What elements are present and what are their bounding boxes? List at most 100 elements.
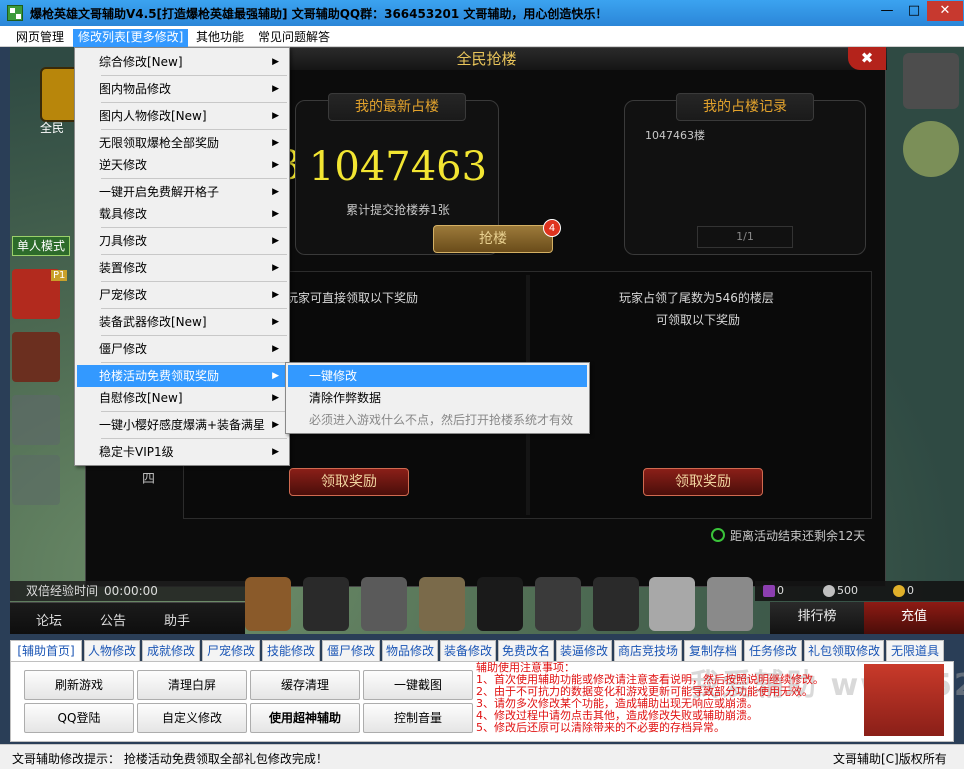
tail-floor-text: 玩家占领了尾数为546的楼层: [619, 291, 774, 305]
dropdown-item[interactable]: 一键小樱好感度爆满+装备满星 ▶: [77, 414, 287, 436]
dropdown-separator: [101, 362, 287, 363]
dropdown-item[interactable]: 逆天修改 ▶: [77, 154, 287, 176]
tab-zombie[interactable]: 僵尸修改: [322, 640, 380, 662]
dropdown-item-active[interactable]: 抢楼活动免费领取奖励 ▶: [77, 365, 287, 387]
custom-modify-button[interactable]: 自定义修改: [137, 703, 247, 733]
tab-show-off[interactable]: 装逼修改: [556, 640, 612, 662]
dropdown-item-label: 刀具修改: [99, 234, 148, 248]
submenu-arrow-icon: ▶: [272, 290, 279, 300]
volume-control-button[interactable]: 控制音量: [363, 703, 473, 733]
submenu-arrow-icon: ▶: [272, 344, 279, 354]
tab-home[interactable]: [辅助首页]: [10, 640, 82, 663]
tab-item[interactable]: 物品修改: [382, 640, 438, 662]
clear-cache-button[interactable]: 缓存清理: [250, 670, 360, 700]
tab-equipment[interactable]: 装备修改: [440, 640, 496, 662]
dropdown-separator: [101, 129, 287, 130]
super-assist-button[interactable]: 使用超神辅助: [250, 703, 360, 733]
right-side-icons: [895, 47, 964, 187]
submenu-arrow-icon: ▶: [272, 447, 279, 457]
grab-floor-button[interactable]: 抢楼: [433, 225, 553, 253]
menu-faq[interactable]: 常见问题解答: [253, 29, 335, 47]
ticket-count-text: 累计提交抢楼券1张: [346, 203, 450, 217]
dropdown-item[interactable]: 僵尸修改 ▶: [77, 338, 287, 360]
maximize-button[interactable]: □: [901, 1, 927, 21]
settings-gear-icon[interactable]: [707, 577, 753, 631]
dropdown-item[interactable]: 装置修改 ▶: [77, 257, 287, 279]
tab-task[interactable]: 任务修改: [744, 640, 802, 662]
scroll-icon[interactable]: [361, 577, 407, 631]
bullets-icon[interactable]: [535, 577, 581, 631]
direct-reward-text: 玩家可直接领取以下奖励: [286, 291, 419, 305]
nav-forum[interactable]: 论坛: [36, 610, 62, 629]
dropdown-item[interactable]: 图内人物修改[New] ▶: [77, 105, 287, 127]
tab-achievement[interactable]: 成就修改: [142, 640, 200, 662]
tab-gift[interactable]: 礼包领取修改: [804, 640, 884, 662]
dropdown-item[interactable]: 稳定卡VIP1级 ▶: [77, 441, 287, 463]
clear-white-screen-button[interactable]: 清理白屏: [137, 670, 247, 700]
dropdown-item[interactable]: 装备武器修改[New] ▶: [77, 311, 287, 333]
dialog-close-button[interactable]: ✖: [848, 47, 886, 70]
nav-notice[interactable]: 公告: [100, 610, 126, 629]
dropdown-item-label: 载具修改: [99, 207, 148, 221]
tab-copy-save[interactable]: 复制存档: [684, 640, 742, 662]
claim-reward-button-right[interactable]: 领取奖励: [643, 468, 763, 496]
hero-avatar-3[interactable]: [12, 395, 60, 445]
submenu-hint: 必须进入游戏什么不点，然后打开抢楼系统才有效: [309, 413, 574, 427]
dropdown-item[interactable]: 图内物品修改 ▶: [77, 78, 287, 100]
submenu-clear-cheat-data[interactable]: 清除作弊数据: [288, 387, 587, 409]
single-mode-label[interactable]: 单人模式: [12, 236, 70, 256]
skill-icon[interactable]: [303, 577, 349, 631]
crossed-guns-icon[interactable]: [903, 53, 959, 109]
status-bar: 文哥辅助修改提示： 抢楼活动免费领取全部礼包修改完成！ 文哥辅助[C]版权所有: [0, 744, 964, 769]
zombie-icon[interactable]: [903, 121, 959, 177]
vip-value: 0: [777, 584, 784, 597]
recharge-button[interactable]: 充值: [864, 602, 964, 634]
submenu-arrow-icon: ▶: [272, 317, 279, 327]
double-exp-label: 双倍经验时间: [26, 584, 99, 598]
modify-list-dropdown: 综合修改[New] ▶ 图内物品修改 ▶ 图内人物修改[New] ▶ 无限领取爆枪全部…: [74, 47, 290, 466]
menu-other-functions[interactable]: 其他功能: [191, 29, 249, 47]
ranking-button[interactable]: 排行榜: [770, 602, 864, 634]
qq-login-button[interactable]: QQ登陆: [24, 703, 134, 733]
hero-avatar-4[interactable]: [12, 455, 60, 505]
helper-character-avatar: [864, 664, 944, 736]
title-bar: 爆枪英雄文哥辅助V4.5[打造爆枪英雄最强辅助] 文哥辅助QQ群：3664532…: [0, 0, 964, 26]
dropdown-separator: [101, 281, 287, 282]
dropdown-item[interactable]: 综合修改[New] ▶: [77, 51, 287, 73]
hammer-icon[interactable]: [419, 577, 465, 631]
tab-character[interactable]: 人物修改: [84, 640, 140, 662]
dropdown-item[interactable]: 刀具修改 ▶: [77, 230, 287, 252]
screenshot-button[interactable]: 一键截图: [363, 670, 473, 700]
usage-notes: 辅助使用注意事项： 1、首次使用辅助功能或修改请注意查看说明，然后按照说明继续修…: [476, 662, 856, 738]
status-message: 文哥辅助修改提示： 抢楼活动免费领取全部礼包修改完成！: [12, 752, 328, 766]
tab-pet[interactable]: 尸宠修改: [202, 640, 260, 662]
tab-unlimited-items[interactable]: 无限道具: [886, 640, 944, 662]
hero-avatar-2[interactable]: [12, 332, 60, 382]
dropdown-item[interactable]: 一键开启免费解开格子 ▶: [77, 181, 287, 203]
activity-timer: 距离活动结束还剩余12天: [711, 527, 865, 544]
shop-icon[interactable]: [649, 577, 695, 631]
nav-assistant[interactable]: 助手: [164, 610, 190, 629]
bag-icon[interactable]: [245, 577, 291, 631]
dropdown-item[interactable]: 尸宠修改 ▶: [77, 284, 287, 306]
close-button[interactable]: ✕: [927, 1, 963, 21]
refresh-game-button[interactable]: 刷新游戏: [24, 670, 134, 700]
dropdown-item[interactable]: 无限领取爆枪全部奖励 ▶: [77, 132, 287, 154]
submenu-arrow-icon: ▶: [272, 420, 279, 430]
dropdown-item-label: 装置修改: [99, 261, 148, 275]
game-function-icons: [245, 577, 755, 634]
menu-web-manage[interactable]: 网页管理: [11, 29, 69, 47]
submenu-arrow-icon: ▶: [272, 57, 279, 67]
tab-skill[interactable]: 技能修改: [262, 640, 320, 662]
tab-shop-arena[interactable]: 商店竞技场: [614, 640, 682, 662]
minimize-button[interactable]: —: [873, 1, 901, 21]
mask-icon[interactable]: [477, 577, 523, 631]
dropdown-item[interactable]: 自慰修改[New] ▶: [77, 387, 287, 409]
submenu-arrow-icon: ▶: [272, 187, 279, 197]
claim-reward-button-left[interactable]: 领取奖励: [289, 468, 409, 496]
tab-rename[interactable]: 免费改名: [498, 640, 554, 662]
reaper-icon[interactable]: [593, 577, 639, 631]
dropdown-item[interactable]: 载具修改 ▶: [77, 203, 287, 225]
menu-modify-list[interactable]: 修改列表[更多修改]: [73, 29, 189, 47]
submenu-one-click-modify[interactable]: 一键修改: [288, 365, 587, 387]
